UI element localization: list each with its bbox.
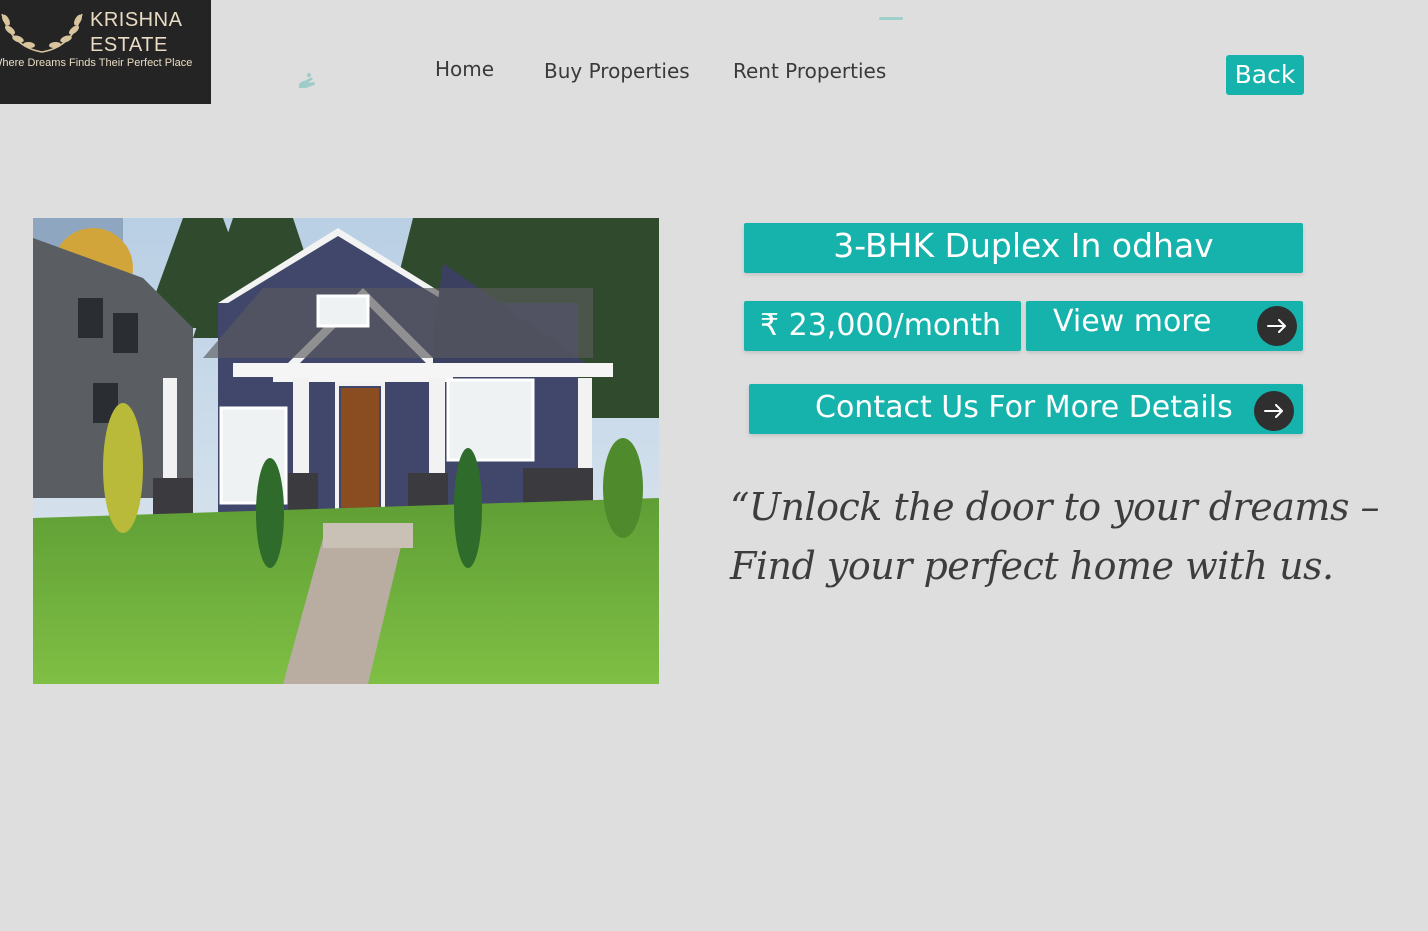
brand-name: KRISHNA ESTATE <box>90 8 182 58</box>
contact-us-button[interactable]: Contact Us For More Details <box>749 384 1303 434</box>
brand-name-line1: KRISHNA <box>90 9 183 31</box>
arrow-right-icon <box>1257 306 1297 346</box>
back-button[interactable]: Back <box>1226 55 1304 95</box>
hand-icon <box>298 73 315 88</box>
property-price: ₹ 23,000/month <box>744 301 1021 351</box>
property-photo <box>33 218 659 684</box>
brand-tagline: Where Dreams Finds Their Perfect Place <box>0 57 193 69</box>
nav-rent-properties-link[interactable]: Rent Properties <box>733 59 886 83</box>
view-more-button[interactable]: View more <box>1026 301 1303 351</box>
property-title: 3-BHK Duplex In odhav <box>744 223 1303 273</box>
decorative-dash <box>879 17 903 20</box>
view-more-label: View more <box>1053 304 1212 339</box>
brand-name-line2: ESTATE <box>90 34 168 56</box>
laurel-wreath-icon <box>1 13 83 53</box>
site-logo[interactable]: KRISHNA ESTATE Where Dreams Finds Their … <box>0 0 211 104</box>
nav-buy-properties-link[interactable]: Buy Properties <box>544 59 690 83</box>
contact-us-label: Contact Us For More Details <box>815 390 1233 425</box>
nav-home-link[interactable]: Home <box>435 57 494 81</box>
tagline-quote: “Unlock the door to your dreams – Find y… <box>730 485 1380 588</box>
arrow-right-icon <box>1254 391 1294 431</box>
